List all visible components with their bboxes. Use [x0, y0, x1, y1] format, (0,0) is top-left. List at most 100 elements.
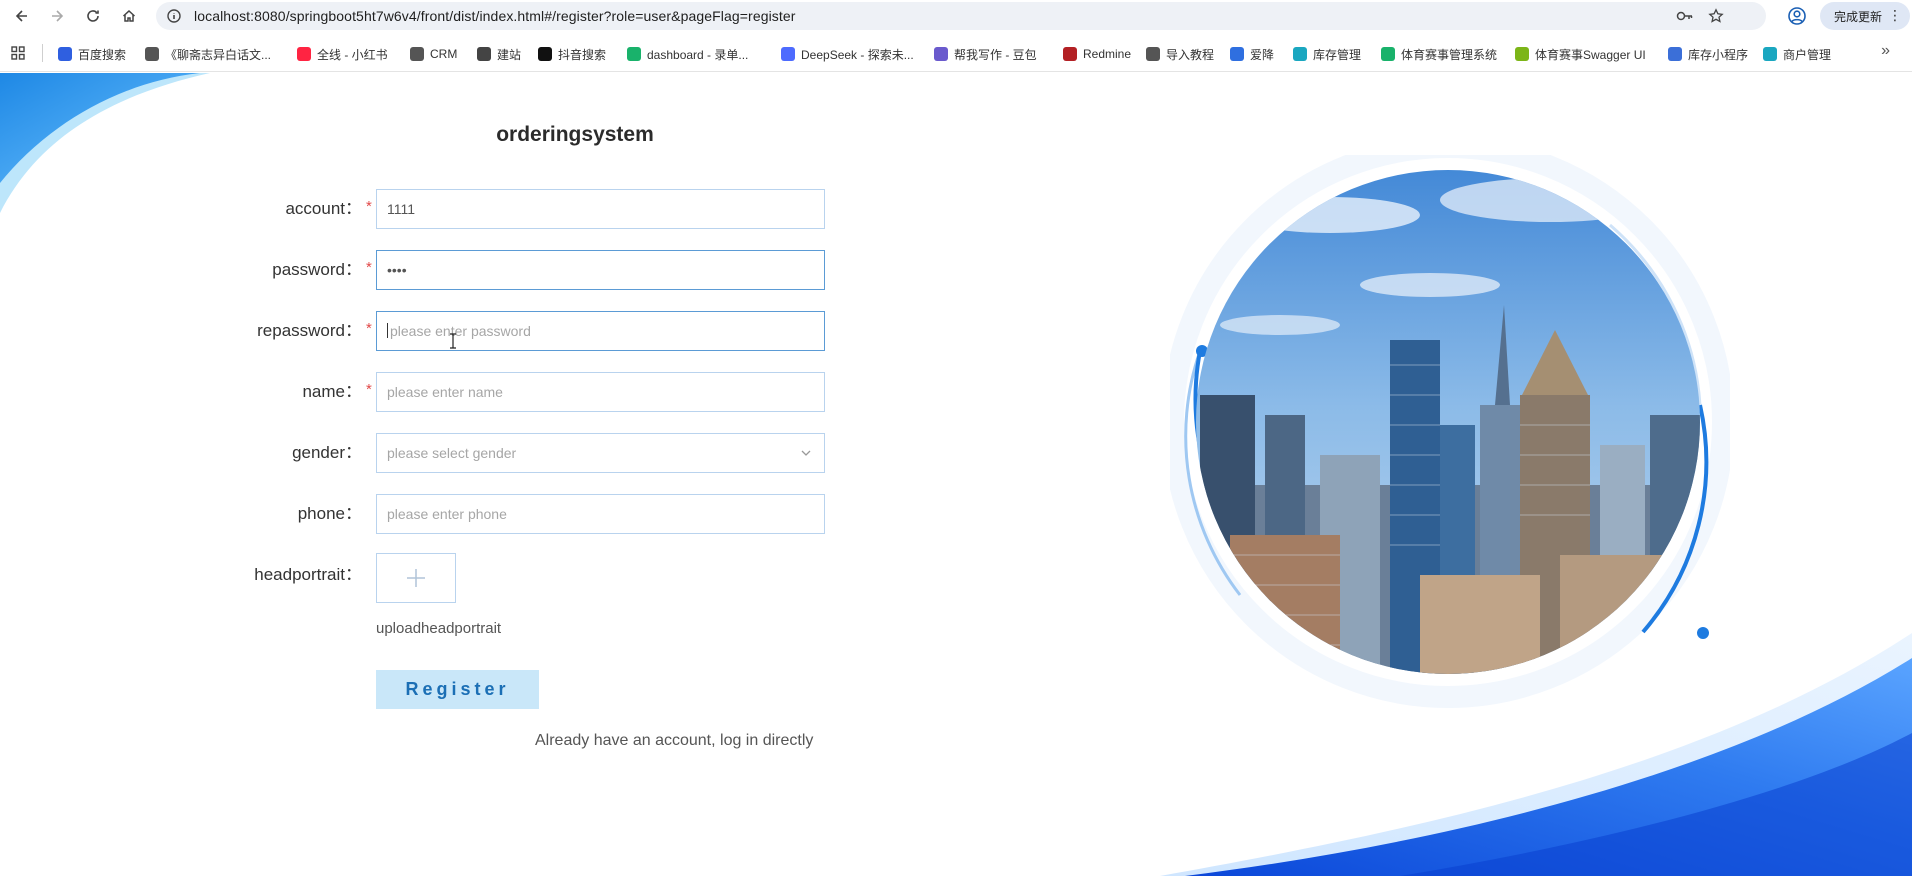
bookmarks-divider [42, 44, 43, 62]
repassword-input[interactable]: please enter password [376, 311, 825, 351]
bookmark-item[interactable]: 导入教程 [1146, 45, 1214, 63]
bookmark-favicon-icon [145, 47, 159, 61]
apps-grid-icon[interactable] [11, 46, 25, 60]
bookmark-label: 爱降 [1250, 47, 1275, 62]
bookmark-favicon-icon [781, 47, 795, 61]
bookmark-favicon-icon [297, 47, 311, 61]
bookmark-item[interactable]: 体育赛事Swagger UI [1515, 45, 1646, 63]
forward-arrow-icon[interactable] [46, 5, 68, 27]
register-button[interactable]: Register [376, 670, 539, 709]
name-row: name： * please enter name [0, 372, 830, 412]
more-bookmarks-icon[interactable]: » [1881, 42, 1890, 60]
bookmark-label: Redmine [1083, 47, 1132, 61]
url-text[interactable]: localhost:8080/springboot5ht7w6v4/front/… [194, 8, 796, 24]
back-arrow-icon[interactable] [11, 5, 33, 27]
repassword-placeholder: please enter password [390, 323, 531, 339]
login-link[interactable]: Already have an account, log in directly [535, 732, 813, 750]
bookmark-item[interactable]: DeepSeek - 探索未... [781, 45, 914, 63]
bookmark-label: dashboard - 录单... [647, 47, 749, 62]
bookmark-favicon-icon [1515, 47, 1529, 61]
bookmarks-bar: 百度搜索 《聊斋志异白话文... 全线 - 小红书 CRM 建站 抖音搜索 dashboar… [0, 32, 1912, 72]
bookmark-item[interactable]: 抖音搜索 [538, 45, 606, 63]
bookmark-item[interactable]: 体育赛事管理系统 [1381, 45, 1497, 63]
account-input[interactable]: 1111 [376, 189, 825, 229]
bookmark-favicon-icon [477, 47, 491, 61]
upload-headportrait-button[interactable] [376, 553, 456, 603]
bookmark-label: 商户管理 [1783, 47, 1832, 62]
bookmark-star-icon[interactable] [1708, 8, 1724, 24]
bookmark-favicon-icon [1381, 47, 1395, 61]
bookmark-item[interactable]: CRM [410, 45, 457, 63]
password-row: password： * •••• [0, 250, 830, 290]
phone-label: phone： [297, 504, 362, 523]
bookmark-favicon-icon [58, 47, 72, 61]
menu-dots-icon[interactable]: ⋮ [1888, 8, 1902, 22]
bookmark-favicon-icon [627, 47, 641, 61]
upload-headportrait-label: uploadheadportrait [376, 620, 502, 637]
update-label: 完成更新 [1834, 9, 1883, 24]
phone-input[interactable]: please enter phone [376, 494, 825, 534]
bookmark-favicon-icon [1063, 47, 1077, 61]
password-key-icon[interactable] [1676, 8, 1694, 24]
bookmark-item[interactable]: 《聊斋志异白话文... [145, 45, 271, 63]
bookmark-label: 库存管理 [1313, 47, 1362, 62]
required-mark: * [366, 198, 372, 215]
gender-label: gender： [292, 443, 362, 462]
account-label: account： [285, 199, 362, 218]
browser-toolbar: localhost:8080/springboot5ht7w6v4/front/… [0, 0, 1912, 32]
repassword-row: repassword： * please enter password [0, 311, 830, 351]
profile-icon[interactable] [1787, 6, 1807, 26]
password-label: password： [272, 260, 362, 279]
plus-icon [407, 569, 425, 587]
bookmark-favicon-icon [1668, 47, 1682, 61]
phone-row: phone： please enter phone [0, 494, 830, 534]
bookmark-item[interactable]: 库存管理 [1293, 45, 1361, 63]
repassword-label: repassword： [257, 321, 362, 340]
chevron-down-icon[interactable] [800, 447, 812, 459]
bookmark-label: DeepSeek - 探索未... [801, 47, 914, 62]
register-page: orderingsystem account： * 1111 password：… [0, 73, 1912, 876]
bookmark-label: 百度搜索 [78, 47, 127, 62]
bookmark-favicon-icon [1146, 47, 1160, 61]
site-info-icon[interactable] [166, 8, 182, 24]
reload-icon[interactable] [82, 5, 104, 27]
bookmark-item[interactable]: 建站 [477, 45, 521, 63]
page-title: orderingsystem [496, 123, 654, 146]
bookmark-favicon-icon [1293, 47, 1307, 61]
bookmark-label: 抖音搜索 [558, 47, 607, 62]
gender-placeholder: please select gender [387, 445, 517, 461]
bookmark-item[interactable]: dashboard - 录单... [627, 45, 748, 63]
bookmark-favicon-icon [538, 47, 552, 61]
bookmark-label: 体育赛事Swagger UI [1535, 47, 1646, 62]
gender-row: gender： please select gender [0, 433, 830, 473]
text-cursor-icon [450, 333, 456, 349]
bookmark-label: 库存小程序 [1688, 47, 1749, 62]
bookmark-label: 《聊斋志异白话文... [165, 47, 272, 62]
name-input[interactable]: please enter name [376, 372, 825, 412]
address-bar[interactable]: localhost:8080/springboot5ht7w6v4/front/… [156, 2, 1766, 30]
bookmark-label: CRM [430, 47, 458, 61]
bookmark-item[interactable]: 库存小程序 [1668, 45, 1748, 63]
bookmark-label: 全线 - 小红书 [317, 47, 388, 62]
required-mark: * [366, 259, 372, 276]
bookmark-item[interactable]: 帮我写作 - 豆包 [934, 45, 1037, 63]
bookmark-item[interactable]: 全线 - 小红书 [297, 45, 388, 63]
account-row: account： * 1111 [0, 189, 830, 229]
bookmark-item[interactable]: Redmine [1063, 45, 1131, 63]
password-input[interactable]: •••• [376, 250, 825, 290]
bookmark-label: 导入教程 [1166, 47, 1215, 62]
bookmark-favicon-icon [1230, 47, 1244, 61]
bookmark-item[interactable]: 商户管理 [1763, 45, 1831, 63]
city-photo [1170, 155, 1730, 708]
gender-select[interactable]: please select gender [376, 433, 825, 473]
bookmark-item[interactable]: 百度搜索 [58, 45, 126, 63]
bookmark-label: 帮我写作 - 豆包 [954, 47, 1037, 62]
home-icon[interactable] [118, 5, 140, 27]
bookmark-favicon-icon [1763, 47, 1777, 61]
bookmark-favicon-icon [934, 47, 948, 61]
bookmark-item[interactable]: 爱降 [1230, 45, 1274, 63]
headportrait-label: headportrait： [254, 565, 362, 584]
bookmark-favicon-icon [410, 47, 424, 61]
browser-update-button[interactable]: 完成更新 ⋮ [1820, 2, 1910, 30]
bookmark-label: 体育赛事管理系统 [1401, 47, 1498, 62]
